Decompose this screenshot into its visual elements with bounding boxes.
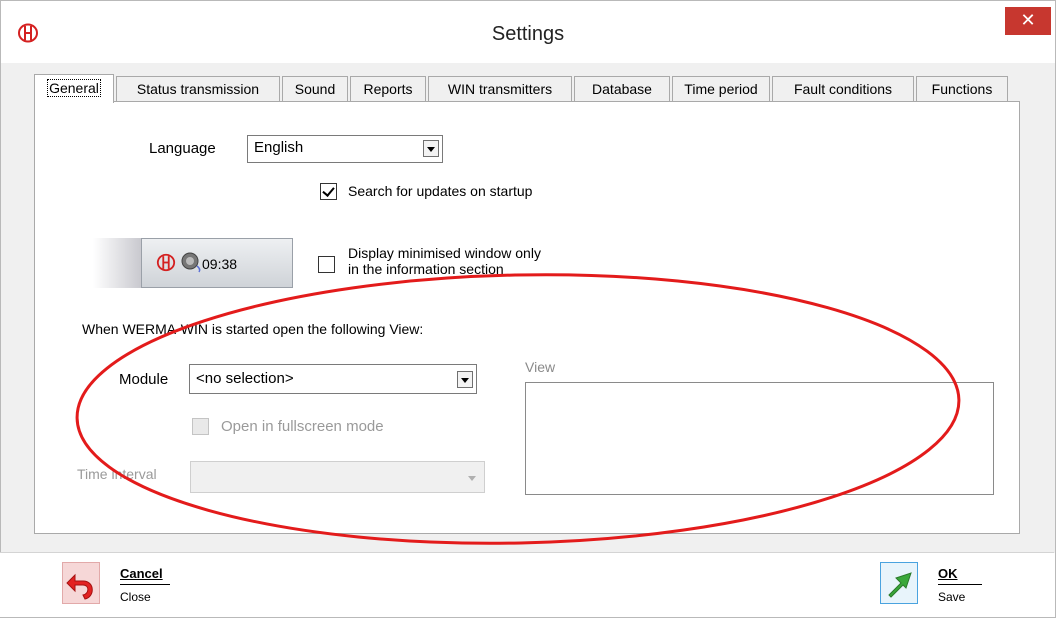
- minimised-label-line2: in the information section: [348, 261, 504, 277]
- search-updates-label: Search for updates on startup: [348, 183, 533, 199]
- speaker-icon: [181, 252, 201, 273]
- minimised-window-checkbox[interactable]: [318, 256, 335, 273]
- startup-view-heading: When WERMA-WIN is started open the follo…: [82, 321, 424, 337]
- language-label: Language: [149, 140, 216, 157]
- cancel-divider: [120, 584, 170, 585]
- minimised-window-label: Display minimised window only in the inf…: [348, 245, 541, 277]
- title-bar: Settings ✕: [1, 1, 1055, 63]
- taskbar-clock: 09:38: [202, 256, 238, 272]
- fullscreen-label: Open in fullscreen mode: [221, 418, 384, 435]
- close-button[interactable]: ✕: [1005, 7, 1051, 35]
- fullscreen-checkbox[interactable]: [192, 418, 209, 435]
- module-label: Module: [119, 371, 169, 388]
- tab-time-period[interactable]: Time period: [672, 76, 770, 101]
- view-list[interactable]: [525, 382, 994, 495]
- tab-database[interactable]: Database: [574, 76, 670, 101]
- cancel-title: Cancel: [120, 566, 163, 581]
- language-value: English: [254, 139, 304, 156]
- ok-button[interactable]: OK Save: [880, 562, 990, 608]
- ok-divider: [938, 584, 982, 585]
- ok-title: OK: [938, 566, 958, 581]
- tab-general[interactable]: General: [34, 74, 114, 103]
- minimised-label-line1: Display minimised window only: [348, 245, 541, 261]
- taskbar-preview-tray: 09:38: [141, 238, 293, 288]
- tab-sound[interactable]: Sound: [282, 76, 348, 101]
- view-label: View: [525, 359, 556, 375]
- time-interval-dropdown[interactable]: [190, 461, 485, 493]
- taskbar-preview-left: [93, 238, 141, 288]
- tab-win-transmitters[interactable]: WIN transmitters: [428, 76, 572, 101]
- search-updates-checkbox[interactable]: [320, 183, 337, 200]
- time-interval-label: Time interval: [77, 466, 157, 482]
- close-icon: ✕: [1020, 10, 1036, 30]
- chevron-down-icon[interactable]: [457, 371, 473, 388]
- tab-functions[interactable]: Functions: [916, 76, 1008, 101]
- module-value: <no selection>: [196, 370, 294, 387]
- language-dropdown[interactable]: English: [247, 135, 443, 163]
- window-title: Settings: [491, 23, 565, 45]
- cancel-subtitle: Close: [120, 590, 151, 604]
- ok-subtitle: Save: [938, 590, 966, 604]
- chevron-down-icon[interactable]: [465, 470, 481, 487]
- cancel-button[interactable]: Cancel Close: [62, 562, 182, 608]
- tab-status-transmission[interactable]: Status transmission: [116, 76, 280, 101]
- green-arrow-icon: [880, 562, 918, 604]
- tab-reports[interactable]: Reports: [350, 76, 426, 101]
- werma-logo-icon: [156, 253, 176, 272]
- chevron-down-icon[interactable]: [423, 140, 439, 157]
- tab-fault-conditions[interactable]: Fault conditions: [772, 76, 914, 101]
- module-dropdown[interactable]: <no selection>: [189, 364, 477, 394]
- undo-arrow-icon: [62, 562, 100, 604]
- taskbar-preview-image: 09:38: [93, 238, 293, 288]
